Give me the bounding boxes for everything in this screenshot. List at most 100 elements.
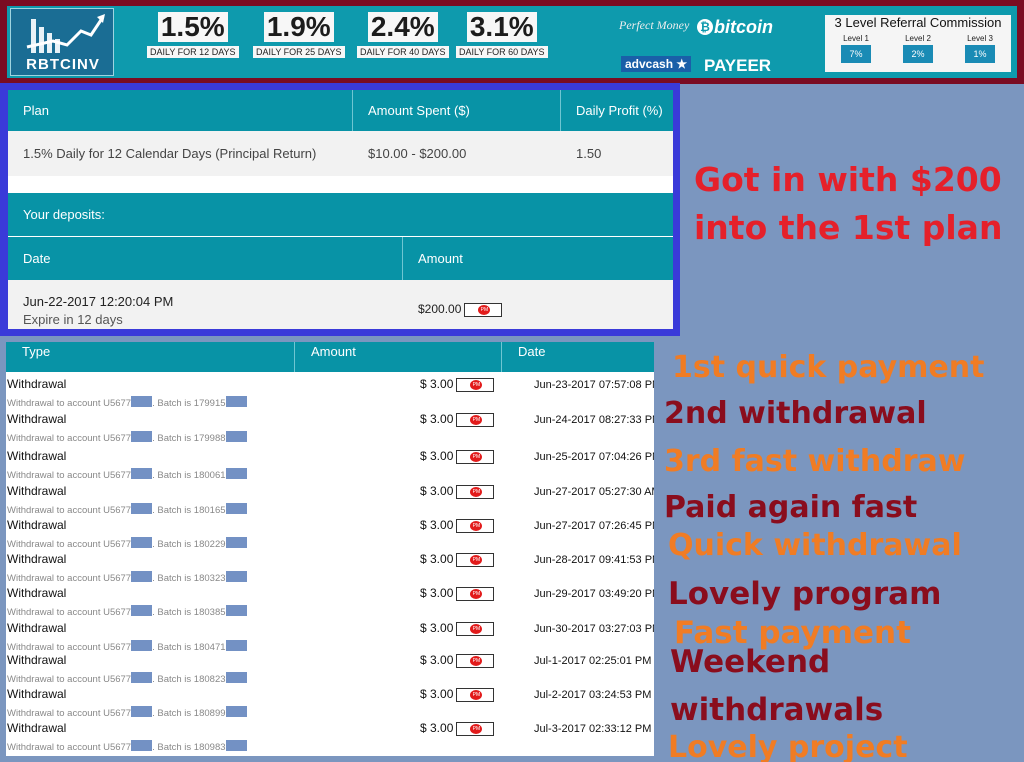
perfect-money-icon (456, 687, 495, 702)
table-row: Withdrawal $ 3.00 Jun-29-2017 03:49:20 PM W… (6, 586, 654, 620)
perfect-money-icon (456, 412, 495, 427)
withdrawal-amount-value: $ 3.00 (420, 687, 454, 701)
perfect-money-icon (456, 484, 495, 499)
column-header-amount: Amount (418, 251, 463, 266)
withdrawal-description: Withdrawal to account U5677 . Batch is 18… (7, 706, 247, 719)
caption-text: Weekend (670, 644, 831, 680)
payeer-logo: PAYEER (704, 56, 772, 75)
withdrawal-date: Jun-27-2017 07:26:45 PM (534, 520, 654, 532)
referral-level-label: Level 3 (967, 34, 993, 43)
referral-level-label: Level 2 (905, 34, 931, 43)
withdrawal-batch-text: . Batch is 180385 (152, 607, 226, 618)
withdrawal-account-text: Withdrawal to account U5677 (7, 642, 132, 653)
banner-inner: RBTCINV 1.5% DAILY FOR 12 DAYS 1.9% DAIL… (7, 6, 1017, 78)
withdrawal-type: Withdrawal (7, 377, 67, 391)
withdrawal-date: Jun-24-2017 08:27:33 PM (534, 414, 654, 426)
redacted-mask (131, 605, 153, 616)
deposit-row: Jun-22-2017 12:20:04 PM Expire in 12 day… (8, 280, 673, 329)
rate-badge-1: 1.5% DAILY FOR 12 DAYS (147, 12, 239, 58)
withdrawal-date: Jul-2-2017 03:24:53 PM (534, 689, 652, 701)
withdrawal-description: Withdrawal to account U5677 . Batch is 18… (7, 605, 247, 618)
withdrawal-date: Jul-1-2017 02:25:01 PM (534, 655, 652, 667)
table-row: Withdrawal $ 3.00 Jun-25-2017 07:04:26 PM W… (6, 449, 654, 483)
perfect-money-icon (456, 721, 495, 736)
withdrawal-type: Withdrawal (7, 552, 67, 566)
table-row: Withdrawal $ 3.00 Jun-30-2017 03:27:03 PM W… (6, 621, 654, 655)
redacted-mask (131, 468, 153, 479)
bitcoin-logo: ₿ bitcoin (697, 17, 773, 38)
withdrawal-date: Jun-28-2017 09:41:53 PM (534, 554, 654, 566)
caption-text: into the 1st plan (694, 208, 1003, 247)
perfect-money-icon (456, 586, 495, 601)
withdrawal-date: Jun-30-2017 03:27:03 PM (534, 623, 654, 635)
perfect-money-icon (456, 552, 495, 567)
withdrawal-batch-text: . Batch is 180061 (152, 470, 226, 481)
referral-level-2: Level 2 2% (893, 34, 943, 63)
withdrawal-amount-value: $ 3.00 (420, 621, 454, 635)
withdrawal-batch-text: . Batch is 179988 (152, 433, 226, 444)
redacted-mask (225, 740, 247, 751)
redacted-mask (225, 640, 247, 651)
caption-text: Lovely program (668, 576, 942, 612)
withdrawal-date: Jul-3-2017 02:33:12 PM (534, 723, 652, 735)
rate-badge-2: 1.9% DAILY FOR 25 DAYS (253, 12, 345, 58)
referral-level-1: Level 1 7% (831, 34, 881, 63)
withdrawal-batch-text: . Batch is 180823 (152, 674, 226, 685)
redacted-mask (225, 672, 247, 683)
withdrawal-type: Withdrawal (7, 653, 67, 667)
redacted-mask (225, 537, 247, 548)
withdrawal-amount: $ 3.00 (420, 412, 495, 427)
redacted-mask (131, 537, 153, 548)
redacted-mask (131, 706, 153, 717)
bitcoin-label: bitcoin (714, 17, 773, 37)
withdrawal-amount-value: $ 3.00 (420, 449, 454, 463)
caption-text: 3rd fast withdraw (664, 444, 966, 479)
referral-commission: 3 Level Referral Commission Level 1 7% L… (825, 15, 1011, 72)
referral-title: 3 Level Referral Commission (834, 15, 1002, 30)
withdrawal-amount-value: $ 3.00 (420, 518, 454, 532)
withdrawal-description: Withdrawal to account U5677 . Batch is 18… (7, 740, 247, 753)
deposit-amount-value: $200.00 (418, 302, 462, 316)
rate-value: 1.9% (263, 12, 334, 42)
redacted-mask (225, 431, 247, 442)
redacted-mask (131, 431, 153, 442)
bitcoin-icon: ₿ (697, 19, 713, 35)
withdrawal-account-text: Withdrawal to account U5677 (7, 539, 132, 550)
rate-label: DAILY FOR 12 DAYS (147, 46, 239, 58)
plan-panel: Plan Amount Spent ($) Daily Profit (%) 1… (0, 83, 680, 336)
withdrawals-table-header: Type Amount Date (6, 342, 654, 372)
withdrawal-type: Withdrawal (7, 586, 67, 600)
plan-table-row: 1.5% Daily for 12 Calendar Days (Princip… (8, 131, 673, 176)
redacted-mask (131, 503, 153, 514)
withdrawal-batch-text: . Batch is 180471 (152, 642, 226, 653)
referral-level-label: Level 1 (843, 34, 869, 43)
withdrawal-amount-value: $ 3.00 (420, 586, 454, 600)
perfect-money-icon (456, 621, 495, 636)
header-banner: RBTCINV 1.5% DAILY FOR 12 DAYS 1.9% DAIL… (0, 0, 1024, 84)
caption-text: 2nd withdrawal (664, 396, 927, 431)
withdrawal-amount-value: $ 3.00 (420, 412, 454, 426)
plan-name: 1.5% Daily for 12 Calendar Days (Princip… (23, 146, 317, 161)
withdrawal-type: Withdrawal (7, 449, 67, 463)
caption-text: Lovely project (668, 730, 908, 762)
perfect-money-icon (464, 302, 503, 317)
table-row: Withdrawal $ 3.00 Jul-3-2017 02:33:12 PM Wi… (6, 721, 654, 755)
rate-value: 2.4% (367, 12, 438, 42)
star-icon: ★ (676, 57, 688, 71)
plan-daily-profit: 1.50 (576, 146, 602, 161)
withdrawal-account-text: Withdrawal to account U5677 (7, 573, 132, 584)
deposit-date: Jun-22-2017 12:20:04 PM (23, 294, 174, 309)
logo[interactable]: RBTCINV (10, 8, 114, 76)
redacted-mask (225, 571, 247, 582)
caption-text: 1st quick payment (672, 350, 985, 385)
withdrawal-description: Withdrawal to account U5677 . Batch is 18… (7, 468, 247, 481)
deposit-amount: $200.00 (418, 302, 503, 317)
advcash-logo: advcash ★ (621, 56, 692, 72)
withdrawal-amount-value: $ 3.00 (420, 653, 454, 667)
withdrawals-table: Type Amount Date Withdrawal $ 3.00 Jun-23-… (6, 342, 654, 756)
redacted-mask (225, 468, 247, 479)
withdrawal-amount: $ 3.00 (420, 484, 495, 499)
withdrawal-account-text: Withdrawal to account U5677 (7, 433, 132, 444)
withdrawal-amount: $ 3.00 (420, 621, 495, 636)
withdrawal-amount-value: $ 3.00 (420, 377, 454, 391)
